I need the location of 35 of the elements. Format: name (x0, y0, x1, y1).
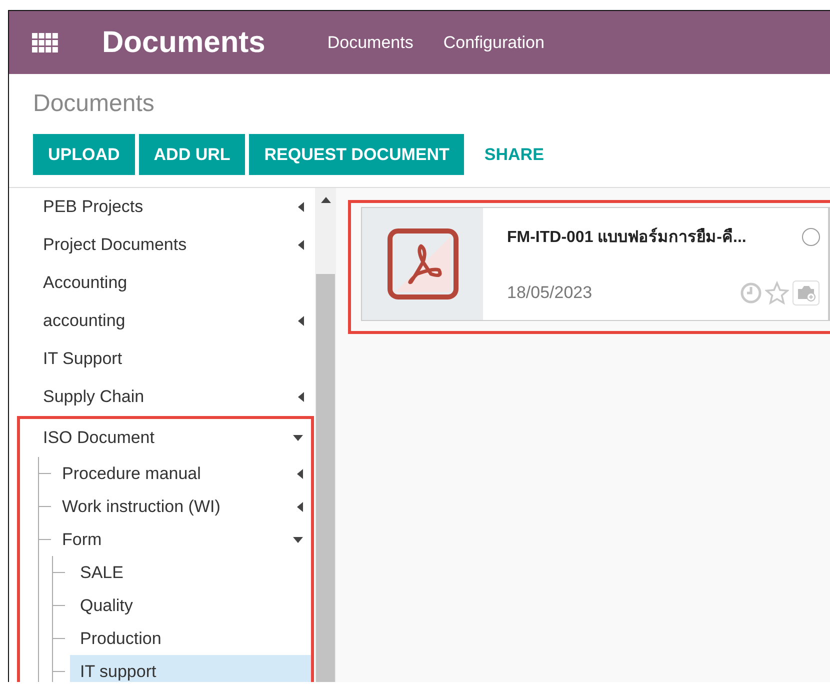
scrollbar[interactable] (315, 188, 336, 682)
folder-item[interactable]: Quality (70, 589, 311, 622)
folder-item[interactable]: Production (70, 622, 311, 655)
caret-left-icon[interactable] (297, 239, 305, 251)
folder-item[interactable]: SALE (70, 556, 311, 589)
folder-item[interactable]: Work instruction (WI) (62, 490, 311, 523)
document-card[interactable]: FM-ITD-001 แบบฟอร์มการยืม-คื... 18/05/2023 (361, 207, 830, 321)
folder-item[interactable]: ISO Document (25, 419, 311, 457)
folder-item[interactable]: Form (62, 523, 311, 556)
apps-menu-icon[interactable] (32, 32, 58, 52)
folder-item[interactable]: Project Documents (25, 226, 315, 264)
caret-left-icon[interactable] (297, 315, 305, 327)
menu-link[interactable]: Configuration (443, 32, 544, 52)
pdf-icon (386, 228, 458, 300)
app-title: Documents (102, 26, 266, 60)
breadcrumb: Documents (33, 90, 156, 118)
caret-left-icon[interactable] (297, 391, 305, 403)
caret-left-icon[interactable] (296, 468, 304, 480)
caret-down-icon[interactable] (292, 434, 304, 442)
caret-left-icon[interactable] (296, 500, 304, 512)
scroll-up-arrow-icon[interactable] (320, 196, 332, 204)
star-icon[interactable] (765, 281, 789, 305)
document-date: 18/05/2023 (507, 283, 592, 303)
caret-left-icon[interactable] (297, 201, 305, 213)
document-name[interactable]: FM-ITD-001 แบบฟอร์มการยืม-คื... (507, 224, 746, 249)
folder-item[interactable]: IT support (70, 655, 311, 682)
folder-item[interactable]: Procedure manual (62, 457, 311, 490)
menu-link[interactable]: Documents (327, 32, 414, 52)
folder-item[interactable]: Accounting (25, 264, 315, 302)
folder-item[interactable]: PEB Projects (25, 188, 315, 226)
caret-down-icon[interactable] (292, 536, 304, 544)
folder-item[interactable]: Supply Chain (25, 378, 315, 416)
folder-item[interactable]: accounting (25, 302, 315, 340)
select-checkbox[interactable] (802, 228, 820, 246)
folder-item[interactable]: IT Support (25, 340, 315, 378)
